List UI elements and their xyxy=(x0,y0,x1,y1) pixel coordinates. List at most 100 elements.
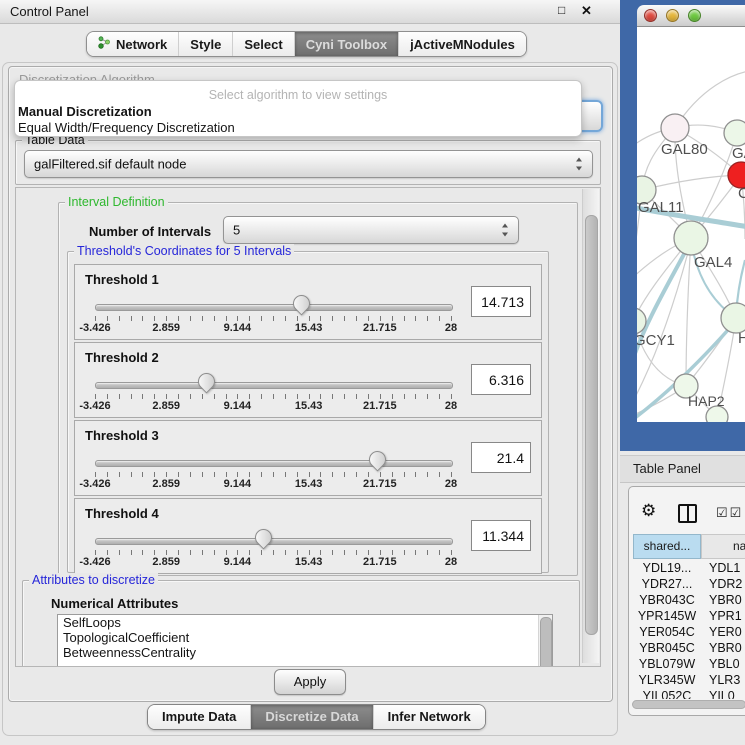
cell-shared-name: YDR27... xyxy=(633,577,701,593)
table-row[interactable]: YER054CYER0 xyxy=(633,625,745,641)
tick-mark xyxy=(226,472,227,477)
tab-cyni-toolbox[interactable]: Cyni Toolbox xyxy=(294,32,398,56)
tick-label: 28 xyxy=(421,322,481,334)
tab-impute-data[interactable]: Impute Data xyxy=(148,705,250,729)
tick-mark xyxy=(261,316,262,321)
slider-track[interactable] xyxy=(95,304,453,311)
tab-discretize-data[interactable]: Discretize Data xyxy=(250,705,372,729)
attribute-item-topologicalcoefficient[interactable]: TopologicalCoefficient xyxy=(58,630,552,645)
float-icon[interactable]: □ xyxy=(558,3,565,17)
zoom-traffic-light-icon[interactable] xyxy=(688,9,701,22)
slider-handle[interactable] xyxy=(365,447,389,471)
tick-mark xyxy=(404,550,405,555)
cell-name: YBR0 xyxy=(701,593,742,609)
network-edge[interactable] xyxy=(686,238,691,386)
column-header-name[interactable]: na xyxy=(701,534,745,559)
scrollbar-thumb[interactable] xyxy=(540,617,552,667)
dropdown-options: Manual DiscretizationEqual Width/Frequen… xyxy=(18,104,578,136)
network-canvas[interactable]: GAL80GAGAL11CGAL4GCY1HHAP2 xyxy=(637,27,745,422)
table-row[interactable]: YIL052CYIL0 xyxy=(633,689,745,699)
threshold-value-field[interactable]: 6.316 xyxy=(471,364,531,395)
dropdown-option-equal-width-frequency-discretization[interactable]: Equal Width/Frequency Discretization xyxy=(18,120,578,136)
node-label-ga: GA xyxy=(732,145,745,162)
slider-handle[interactable] xyxy=(289,291,313,315)
tick-mark xyxy=(107,394,108,399)
threshold-panel-1: Threshold 1-3.4262.8599.14415.4321.71528… xyxy=(74,264,542,340)
cell-name: YPR1 xyxy=(701,609,742,625)
settings-scroll-panel: Interval Definition Number of Intervals … xyxy=(15,187,601,667)
columns-icon[interactable] xyxy=(678,504,697,523)
cell-shared-name: YPR145W xyxy=(633,609,701,625)
tab-select[interactable]: Select xyxy=(232,32,293,56)
settings-panel-scrollbar[interactable] xyxy=(582,189,599,663)
tick-mark xyxy=(214,472,215,477)
table-row[interactable]: YLR345WYLR3 xyxy=(633,673,745,689)
network-edge[interactable] xyxy=(642,175,741,190)
tick-mark xyxy=(297,550,298,555)
network-node[interactable] xyxy=(724,120,745,146)
attribute-item-betweennesscentrality[interactable]: BetweennessCentrality xyxy=(58,645,552,660)
tick-mark xyxy=(309,472,310,477)
tick-label: 21.715 xyxy=(350,400,410,412)
dropdown-option-manual-discretization[interactable]: Manual Discretization xyxy=(18,104,578,120)
tab-jactivemnodules[interactable]: jActiveMNodules xyxy=(398,32,526,56)
tick-mark xyxy=(154,550,155,555)
tick-label: 28 xyxy=(421,400,481,412)
table-row[interactable]: YDL19...YDL1 xyxy=(633,561,745,577)
tab-network[interactable]: Network xyxy=(87,32,178,56)
threshold-value-field[interactable]: 14.713 xyxy=(471,286,531,317)
tab-infer-network[interactable]: Infer Network xyxy=(373,705,485,729)
tick-mark xyxy=(356,472,357,477)
attributes-list-scrollbar[interactable] xyxy=(538,615,552,667)
cell-name: YLR3 xyxy=(701,673,740,689)
tab-style[interactable]: Style xyxy=(178,32,232,56)
tick-mark xyxy=(166,550,167,555)
threshold-panel-3: Threshold 3-3.4262.8599.14415.4321.71528… xyxy=(74,420,542,496)
scrollbar-thumb[interactable] xyxy=(585,215,598,635)
dropdown-placeholder: Select algorithm to view settings xyxy=(15,88,581,102)
tick-mark xyxy=(451,550,452,555)
close-traffic-light-icon[interactable] xyxy=(644,9,657,22)
tick-mark xyxy=(131,394,132,399)
network-node-gal80[interactable] xyxy=(661,114,689,142)
tick-mark xyxy=(332,316,333,321)
cell-shared-name: YER054C xyxy=(633,625,701,641)
cell-shared-name: YBR045C xyxy=(633,641,701,657)
network-window-titlebar[interactable] xyxy=(637,5,745,27)
slider-handle[interactable] xyxy=(251,525,275,549)
network-graph: GAL80GAGAL11CGAL4GCY1HHAP2 xyxy=(637,27,745,422)
gear-icon[interactable]: ⚙ xyxy=(641,501,656,521)
table-row[interactable]: YDR27...YDR2 xyxy=(633,577,745,593)
attribute-item-selfloops[interactable]: SelfLoops xyxy=(58,615,552,630)
minimize-traffic-light-icon[interactable] xyxy=(666,9,679,22)
control-panel-tabs: NetworkStyleSelect Cyni Toolbox jActiveMNo… xyxy=(86,31,527,57)
tick-mark xyxy=(237,550,238,555)
table-row[interactable]: YBR045CYBR0 xyxy=(633,641,745,657)
table-row[interactable]: YBL079WYBL0 xyxy=(633,657,745,673)
table-row[interactable]: YPR145WYPR1 xyxy=(633,609,745,625)
network-node-h[interactable] xyxy=(721,303,745,333)
tick-mark xyxy=(119,316,120,321)
threshold-value-field[interactable]: 21.4 xyxy=(471,442,531,473)
attributes-group: Attributes to discretize Numerical Attri… xyxy=(22,580,580,667)
tick-mark xyxy=(320,472,321,477)
tick-mark xyxy=(439,472,440,477)
slider-track[interactable] xyxy=(95,460,453,467)
threshold-value-field[interactable]: 11.344 xyxy=(471,520,531,551)
checkbox-icons[interactable]: ☑☑ xyxy=(716,505,743,521)
slider-handle[interactable] xyxy=(194,369,218,393)
slider-track[interactable] xyxy=(95,538,453,545)
apply-button[interactable]: Apply xyxy=(274,669,346,695)
table-row[interactable]: YBR043CYBR0 xyxy=(633,593,745,609)
table-data-combobox[interactable]: galFiltered.sif default node xyxy=(24,150,593,178)
number-of-intervals-combobox[interactable]: 5 xyxy=(223,216,519,244)
slider-track[interactable] xyxy=(95,382,453,389)
table-hscrollbar[interactable] xyxy=(632,700,745,709)
tab-label: Cyni Toolbox xyxy=(306,37,387,52)
tick-mark xyxy=(154,394,155,399)
tick-mark xyxy=(273,550,274,555)
tick-mark xyxy=(273,316,274,321)
close-icon[interactable]: ✕ xyxy=(581,3,592,19)
column-header-shared-name[interactable]: shared... xyxy=(633,534,701,559)
network-node-gal4[interactable] xyxy=(674,221,708,255)
